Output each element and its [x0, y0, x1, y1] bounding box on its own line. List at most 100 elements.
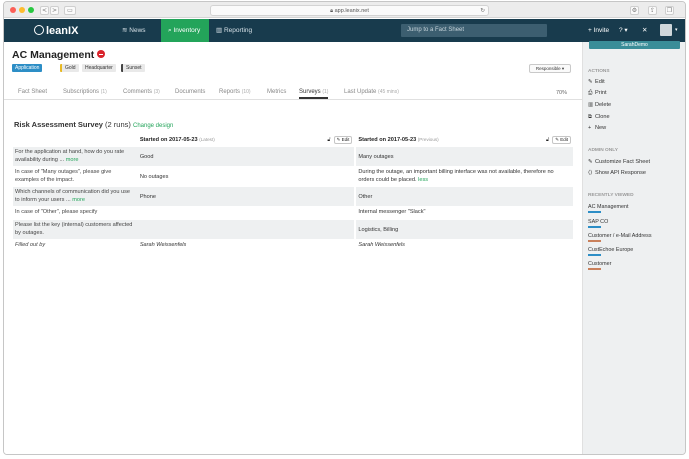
nav-inventory-label: Inventory	[173, 27, 201, 34]
action-print[interactable]: ⎙ Print	[588, 90, 607, 97]
tab-fact-sheet[interactable]: Fact Sheet	[18, 89, 47, 95]
answer-previous: Many outages	[356, 146, 573, 167]
nav-inventory[interactable]: ⌕ Inventory	[161, 19, 209, 42]
question-cell: Please list the key (internal) customers…	[13, 219, 138, 240]
action-clone[interactable]: ⧉ Clone	[588, 114, 610, 121]
question-cell: Which channels of communication did you …	[13, 186, 138, 207]
browser-toolbar: < > ▭ 🔒︎ app.leanix.net ↻ ⚙ ⇪ ❐	[4, 2, 685, 18]
tab-reports[interactable]: Reports (10)	[219, 89, 251, 95]
action-edit[interactable]: ✎ Edit	[588, 79, 605, 85]
recent-label: SAP CO	[588, 219, 609, 225]
recent-label: Customer	[588, 261, 612, 267]
answer-previous: Logistics, Billing	[356, 219, 573, 240]
minimize-window-icon[interactable]	[19, 7, 25, 13]
responsible-dropdown[interactable]: Responsible ▾	[529, 64, 571, 73]
edit-previous-button[interactable]: ✎ Edit	[552, 135, 571, 144]
tag-sunset[interactable]: Sunset	[121, 64, 145, 72]
settings-icon[interactable]: ⚙	[630, 6, 639, 15]
recent-item[interactable]: Customer / e-Mail Address	[588, 233, 652, 242]
tab-comments[interactable]: Comments (3)	[123, 89, 160, 95]
tab-label: Metrics	[267, 89, 287, 95]
factsheet-tabs: Fact Sheet Subscriptions (1) Comments (3…	[4, 86, 582, 100]
code-icon: ⟨⟩	[588, 170, 593, 176]
more-link[interactable]: more	[66, 157, 79, 163]
user-button[interactable]: SarahDemo	[589, 41, 680, 49]
forward-button[interactable]: >	[50, 6, 59, 15]
lock-icon: 🔓︎	[327, 136, 331, 143]
action-label: New	[595, 125, 607, 131]
nav-news-label: News	[129, 27, 146, 34]
survey-title: Risk Assessment Survey	[14, 120, 103, 129]
nav-reporting[interactable]: ▥ Reporting	[213, 19, 255, 42]
tab-count: (3)	[153, 89, 160, 95]
change-design-link[interactable]: Change design	[133, 123, 173, 129]
page-title: AC Management	[12, 49, 106, 61]
browser-window: < > ▭ 🔒︎ app.leanix.net ↻ ⚙ ⇪ ❐ leanIX ≋ …	[3, 1, 686, 455]
less-link[interactable]: less	[418, 177, 428, 183]
action-label: Delete	[595, 102, 612, 108]
tab-label: Comments	[123, 89, 153, 95]
tag-application[interactable]: Application	[12, 64, 43, 72]
help-icon[interactable]: ? ▾	[619, 19, 628, 42]
avatar[interactable]	[660, 24, 672, 36]
recently-viewed-heading: RECENTLY VIEWED	[588, 193, 634, 198]
tag-headquarter[interactable]: Headquarter	[82, 64, 116, 72]
right-sidebar: SarahDemo ACTIONS ✎ Edit ⎙ Print ▥ Delete ⧉…	[582, 41, 685, 454]
action-label: Print	[595, 90, 607, 96]
zoom-window-icon[interactable]	[28, 7, 34, 13]
recent-label: AC Management	[588, 204, 629, 210]
recent-item[interactable]: AC Management	[588, 204, 628, 213]
admin-label: Customize Fact Sheet	[595, 159, 651, 165]
tag-gold[interactable]: Gold	[60, 64, 79, 72]
run-sub: (Previous)	[417, 136, 439, 142]
invite-button[interactable]: + Invite	[588, 19, 609, 42]
show-api-response-link[interactable]: ⟨⟩ Show API Response	[588, 170, 646, 176]
avatar-chevron-down-icon[interactable]: ▾	[675, 19, 678, 42]
edit-label: Edit	[560, 136, 568, 142]
tools-icon[interactable]: ✕	[642, 19, 647, 42]
tabs-icon[interactable]: ❐	[665, 6, 674, 15]
more-link[interactable]: more	[72, 197, 85, 203]
tab-metrics[interactable]: Metrics	[267, 89, 286, 95]
action-label: Clone	[595, 114, 610, 120]
customize-factsheet-link[interactable]: ✎ Customize Fact Sheet	[588, 159, 650, 165]
question-cell: For the application at hand, how do you …	[13, 146, 138, 167]
survey-heading: Risk Assessment Survey (2 runs) Change d…	[14, 120, 173, 129]
sidebar-toggle-icon[interactable]: ▭	[64, 6, 76, 15]
reload-icon[interactable]: ↻	[480, 6, 485, 16]
address-bar[interactable]: 🔒︎ app.leanix.net ↻	[210, 5, 489, 16]
recent-type-bar	[588, 254, 601, 256]
recent-item[interactable]: Customer	[588, 261, 611, 270]
tab-label: Reports	[219, 89, 241, 95]
tab-subscriptions[interactable]: Subscriptions (1)	[63, 89, 107, 95]
plus-icon: +	[588, 125, 592, 131]
nav-news[interactable]: ≋ News	[117, 19, 151, 42]
wrench-icon: ✎	[588, 159, 593, 165]
tab-label: Subscriptions	[63, 89, 100, 95]
leanix-logo[interactable]: leanIX	[34, 25, 78, 37]
tab-count: (10)	[241, 89, 251, 95]
table-row: In case of "Other", please specify Inter…	[13, 206, 573, 220]
table-row: Which channels of communication did you …	[13, 186, 573, 207]
completion-percentage: 70%	[556, 90, 568, 96]
answer-latest: Good	[137, 146, 355, 167]
table-row: For the application at hand, how do you …	[13, 146, 573, 167]
filled-by-row: Filled out by Sarah Weissenfels Sarah We…	[13, 239, 573, 252]
share-icon[interactable]: ⇪	[648, 6, 657, 15]
action-new[interactable]: + New	[588, 125, 606, 131]
recent-item[interactable]: CustEchoe Europe	[588, 247, 633, 256]
jump-to-factsheet-input[interactable]: Jump to a Fact Sheet	[401, 24, 547, 37]
tab-surveys[interactable]: Surveys (1)	[299, 89, 329, 99]
action-delete[interactable]: ▥ Delete	[588, 102, 611, 108]
answer-latest: No outages	[137, 166, 355, 187]
edit-latest-button[interactable]: ✎ Edit	[333, 135, 353, 144]
url-text: app.leanix.net	[334, 8, 369, 14]
recent-item[interactable]: SAP CO	[588, 219, 608, 228]
tab-documents[interactable]: Documents	[175, 89, 205, 95]
recent-type-bar	[588, 211, 601, 213]
run-sub: (Latest)	[199, 136, 215, 142]
back-button[interactable]: <	[40, 6, 49, 15]
tab-last-update[interactable]: Last Update (45 mins)	[344, 89, 399, 95]
answer-latest	[137, 219, 355, 240]
close-window-icon[interactable]	[10, 7, 16, 13]
